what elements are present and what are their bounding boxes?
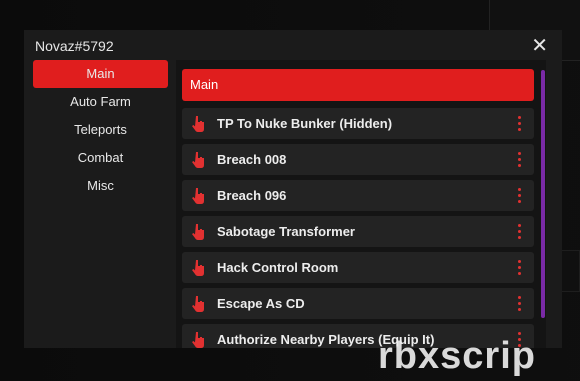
action-button-sabotage-transformer[interactable]: Sabotage Transformer: [182, 216, 534, 247]
window-title: Novaz#5792: [35, 38, 114, 54]
hand-pointer-icon: [192, 188, 204, 204]
action-button-breach-008[interactable]: Breach 008: [182, 144, 534, 175]
hand-pointer-icon: [192, 332, 204, 348]
action-label: Escape As CD: [217, 296, 305, 311]
section-header: Main: [182, 69, 534, 101]
sidebar-item-teleports[interactable]: Teleports: [33, 116, 168, 144]
action-label: Breach 008: [217, 152, 287, 167]
more-options-icon[interactable]: [518, 152, 522, 168]
more-options-icon[interactable]: [518, 116, 522, 132]
more-options-icon[interactable]: [518, 224, 522, 240]
more-options-icon[interactable]: [518, 260, 522, 276]
action-label: Hack Control Room: [217, 260, 339, 275]
main-content: Main TP To Nuke Bunker (Hidden) Breach 0…: [176, 60, 546, 348]
hand-pointer-icon: [192, 224, 204, 240]
hand-pointer-icon: [192, 260, 204, 276]
watermark: rbxscrip: [378, 335, 536, 377]
more-options-icon[interactable]: [518, 188, 522, 204]
sidebar-item-auto-farm[interactable]: Auto Farm: [33, 88, 168, 116]
hand-pointer-icon: [192, 152, 204, 168]
sidebar: Main Auto Farm Teleports Combat Misc: [33, 60, 168, 200]
hand-pointer-icon: [192, 296, 204, 312]
sidebar-item-combat[interactable]: Combat: [33, 144, 168, 172]
action-label: TP To Nuke Bunker (Hidden): [217, 116, 393, 131]
scrollbar-thumb[interactable]: [541, 70, 545, 318]
script-window: Novaz#5792 ✕ Main Auto Farm Teleports Co…: [24, 30, 562, 348]
action-label: Breach 096: [217, 188, 287, 203]
more-options-icon[interactable]: [518, 296, 522, 312]
sidebar-item-misc[interactable]: Misc: [33, 172, 168, 200]
hand-pointer-icon: [192, 116, 204, 132]
action-button-hack-control-room[interactable]: Hack Control Room: [182, 252, 534, 283]
action-button-tp-nuke-bunker[interactable]: TP To Nuke Bunker (Hidden): [182, 108, 534, 139]
close-icon[interactable]: ✕: [531, 33, 548, 59]
sidebar-item-main[interactable]: Main: [33, 60, 168, 88]
action-label: Sabotage Transformer: [217, 224, 355, 239]
scrollbar[interactable]: [540, 60, 546, 348]
action-button-escape-as-cd[interactable]: Escape As CD: [182, 288, 534, 319]
action-button-breach-096[interactable]: Breach 096: [182, 180, 534, 211]
